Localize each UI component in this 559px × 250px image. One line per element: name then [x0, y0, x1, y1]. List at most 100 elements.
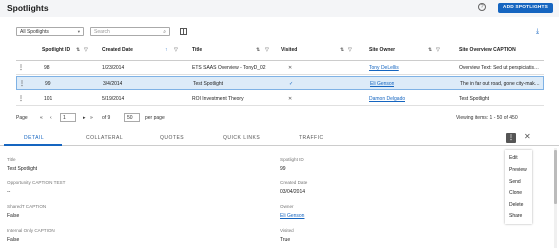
- search-input[interactable]: Search ⌕: [90, 27, 170, 36]
- tab-quick-links[interactable]: QUICK LINKS: [223, 135, 260, 141]
- column-header-created-date[interactable]: Created Date: [102, 40, 133, 60]
- tab-collateral[interactable]: COLLATERAL: [86, 135, 123, 141]
- field-label-spotlight-id: Spotlight ID: [280, 157, 304, 162]
- viewing-items-text: Viewing items: 1 - 50 of 450: [456, 115, 518, 121]
- cell-site-overview: Overview Text: Sed ut perspiciatis…: [459, 65, 539, 71]
- filter-icon[interactable]: ▽: [436, 47, 440, 53]
- cell-spotlight-id: 101: [44, 96, 53, 102]
- cell-visited: ✕: [288, 65, 293, 71]
- page-number-input[interactable]: 1: [60, 113, 76, 122]
- menu-item-clone[interactable]: Clone: [509, 190, 522, 196]
- sort-icon[interactable]: ⇅: [256, 47, 260, 53]
- filter-icon[interactable]: ▽: [174, 47, 178, 53]
- add-spotlights-button[interactable]: ADD SPOTLIGHTS: [498, 3, 553, 13]
- sort-icon[interactable]: ⇅: [428, 47, 432, 53]
- cell-title: ROI Investment Theory: [192, 96, 244, 102]
- sort-ascending-icon[interactable]: ↑: [165, 47, 168, 53]
- cell-visited: ✕: [288, 96, 293, 102]
- sort-icon[interactable]: ⇅: [76, 47, 80, 53]
- page-number-value: 1: [63, 115, 66, 121]
- cell-created-date: 3/4/2014: [103, 81, 123, 87]
- first-page-icon[interactable]: «: [40, 115, 43, 121]
- menu-item-edit[interactable]: Edit: [509, 155, 518, 161]
- detail-scrollbar-thumb[interactable]: [554, 150, 557, 204]
- download-icon[interactable]: ⤓: [536, 28, 544, 36]
- row-menu-icon[interactable]: ⋮: [19, 77, 25, 91]
- search-icon: ⌕: [163, 29, 166, 35]
- view-select-value: All Spotlights: [20, 29, 49, 35]
- view-select[interactable]: All Spotlights ▾: [16, 27, 84, 36]
- cell-spotlight-id: 99: [45, 81, 51, 87]
- field-label-title: Title: [7, 157, 16, 162]
- cell-created-date: 5/19/2014: [102, 96, 125, 102]
- field-label-visited: Visited: [280, 228, 294, 233]
- column-header-visited[interactable]: Visited: [281, 40, 297, 60]
- pagination-bar: Page « ‹ 1 ▸ » of 9 50 per page Viewing …: [16, 113, 544, 125]
- field-label-opportunity: Opportunity CAPTION TEST: [7, 180, 66, 185]
- field-value-created-date: 03/04/2014: [280, 189, 306, 195]
- actions-dropdown-menu: Edit Preview Send Clone Delete Share: [505, 150, 532, 224]
- search-placeholder: Search: [94, 29, 110, 35]
- menu-item-preview[interactable]: Preview: [509, 167, 527, 173]
- chevron-down-icon: ▾: [77, 29, 80, 34]
- detail-panel: Title Test Spotlight Opportunity CAPTION…: [0, 147, 559, 250]
- table-row-selected[interactable]: ⋮ 99 3/4/2014 Test Spotlight ✓ Eli Genso…: [16, 76, 544, 90]
- help-icon[interactable]: ?: [478, 3, 486, 11]
- per-page-label: per page: [145, 115, 165, 121]
- field-value-owner-link[interactable]: Eli Genson: [280, 213, 304, 219]
- field-value-shared: False: [7, 213, 20, 219]
- page-header: Spotlights ? ADD SPOTLIGHTS: [0, 0, 559, 17]
- active-tab-indicator: [4, 144, 62, 146]
- menu-item-send[interactable]: Send: [509, 179, 521, 185]
- column-header-site-overview-caption[interactable]: Site Overview CAPTION: [459, 40, 516, 60]
- menu-item-delete[interactable]: Delete: [509, 202, 523, 208]
- field-value-spotlight-id: 99: [280, 166, 286, 172]
- field-value-title: Test Spotlight: [7, 166, 38, 172]
- cell-visited: ✓: [289, 81, 294, 87]
- tab-detail[interactable]: DETAIL: [24, 135, 44, 141]
- menu-item-share[interactable]: Share: [509, 213, 522, 219]
- more-actions-button[interactable]: ⋮: [506, 133, 516, 143]
- table-row[interactable]: ⋮ 98 1/23/2014 ETS SAAS Overview - TonyD…: [16, 61, 544, 75]
- row-menu-icon[interactable]: ⋮: [18, 92, 24, 106]
- cell-title: ETS SAAS Overview - TonyD_02: [192, 65, 266, 71]
- grid-toolbar: All Spotlights ▾ Search ⌕: [0, 22, 559, 36]
- column-header-site-owner[interactable]: Site Owner: [369, 40, 395, 60]
- filter-icon[interactable]: ▽: [265, 47, 269, 53]
- page-count-text: of 9: [102, 115, 111, 121]
- tab-quotes[interactable]: QUOTES: [160, 135, 184, 141]
- filter-icon[interactable]: ▽: [348, 47, 352, 53]
- sort-icon[interactable]: ⇅: [340, 47, 344, 53]
- cell-site-owner-link[interactable]: Eli Genson: [370, 77, 394, 91]
- page-size-value: 50: [127, 115, 133, 121]
- previous-page-icon[interactable]: ‹: [50, 115, 52, 121]
- column-header-title[interactable]: Title: [192, 40, 202, 60]
- cell-site-overview: The in far out road, gone city-mak…: [460, 81, 540, 87]
- column-chooser-icon[interactable]: [180, 28, 187, 35]
- cell-site-overview: Test Spotlight: [459, 96, 490, 102]
- last-page-icon[interactable]: »: [90, 115, 93, 121]
- field-value-internal-only: False: [7, 237, 20, 243]
- detail-tabs: DETAIL COLLATERAL QUOTES QUICK LINKS TRA…: [0, 133, 559, 146]
- field-label-internal-only: Internal Only CAPTION: [7, 228, 55, 233]
- row-menu-icon[interactable]: ⋮: [18, 61, 24, 75]
- field-value-opportunity: --: [7, 189, 11, 195]
- column-header-spotlight-id[interactable]: Spotlight ID: [42, 40, 70, 60]
- close-icon[interactable]: ✕: [524, 132, 531, 142]
- cell-site-owner-link[interactable]: Damon Delgado: [369, 92, 405, 106]
- next-page-icon[interactable]: ▸: [83, 115, 86, 121]
- page-title: Spotlights: [7, 3, 49, 13]
- cell-title: Test Spotlight: [193, 81, 224, 87]
- field-label-created-date: Created Date: [280, 180, 308, 185]
- tab-traffic[interactable]: TRAFFIC: [299, 135, 324, 141]
- field-value-visited: True: [280, 237, 291, 243]
- cell-created-date: 1/23/2014: [102, 65, 125, 71]
- field-label-owner: Owner: [280, 204, 294, 209]
- page-size-select[interactable]: 50: [124, 113, 140, 122]
- table-row[interactable]: ⋮ 101 5/19/2014 ROI Investment Theory ✕ …: [16, 92, 544, 106]
- cell-spotlight-id: 98: [44, 65, 50, 71]
- page-label: Page: [16, 115, 28, 121]
- cell-site-owner-link[interactable]: Tony DeLellis: [369, 61, 399, 75]
- field-label-shared: SharedT CAPTION: [7, 204, 47, 209]
- filter-icon[interactable]: ▽: [84, 47, 88, 53]
